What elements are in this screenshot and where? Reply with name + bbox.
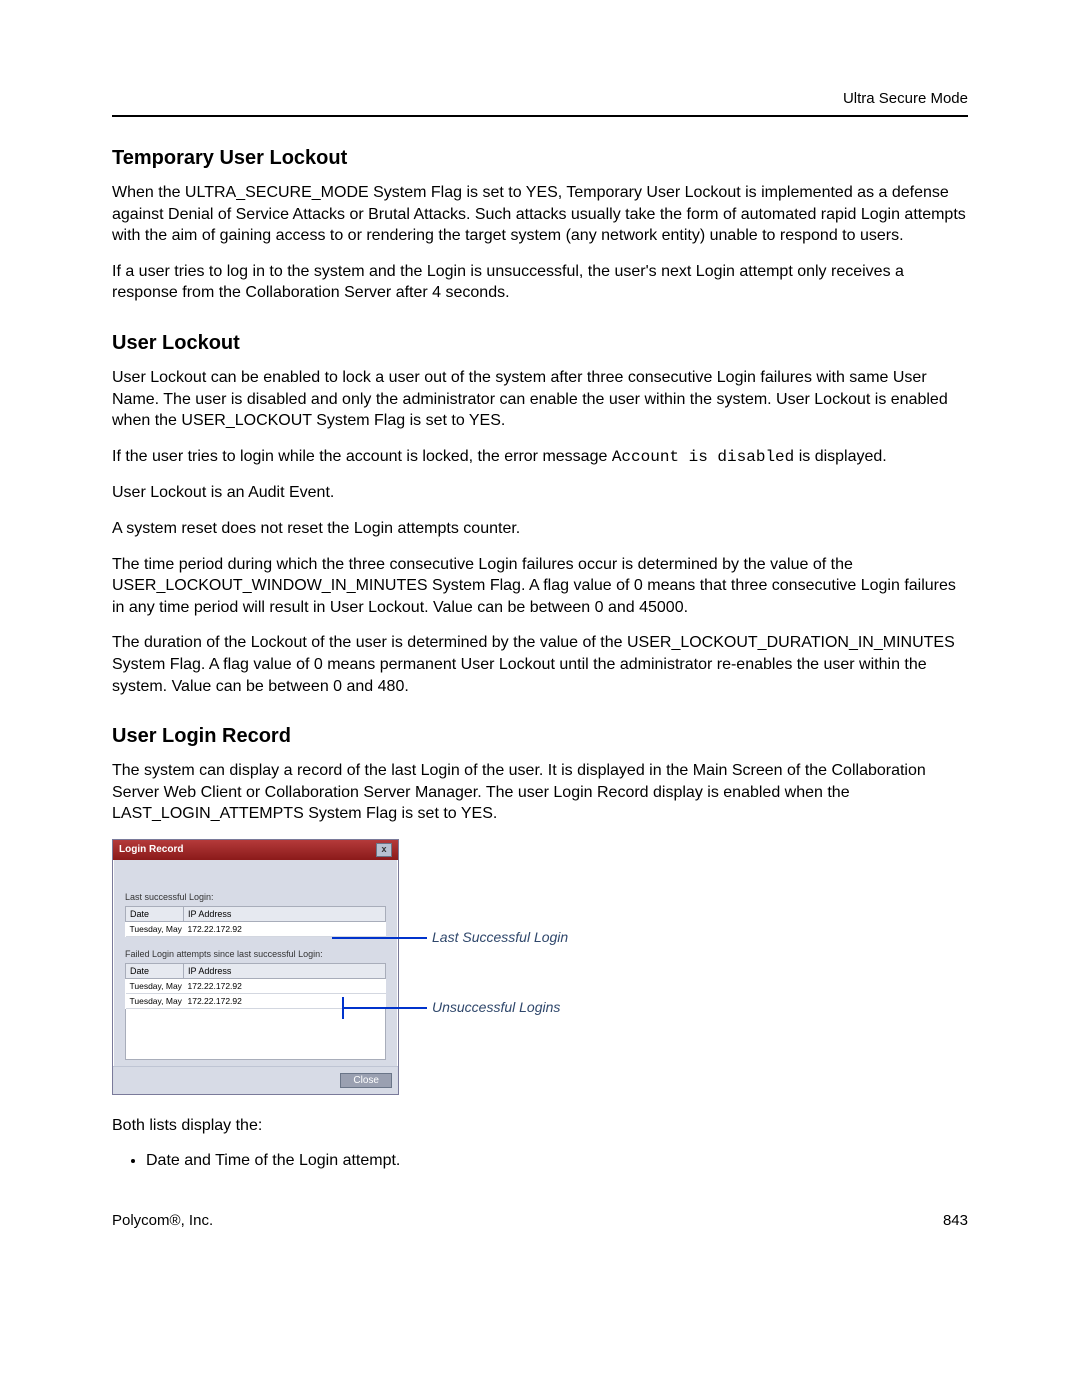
para-text: If the user tries to login while the acc… — [112, 448, 612, 465]
table-row: Tuesday, May 1 172.22.172.92 — [126, 978, 386, 993]
para-text: is displayed. — [794, 448, 887, 465]
para: User Lockout is an Audit Event. — [112, 482, 968, 504]
dialog-titlebar: Login Record x — [113, 840, 398, 860]
cell-date: Tuesday, May 1 — [126, 978, 184, 993]
para: User Lockout can be enabled to lock a us… — [112, 367, 968, 432]
cell-date: Tuesday, May 1 — [126, 993, 184, 1008]
col-ip-header: IP Address — [184, 906, 386, 921]
callout-leader — [332, 937, 427, 939]
footer-text: Polycom — [112, 1212, 170, 1229]
list-item: Date and Time of the Login attempt. — [146, 1150, 968, 1172]
callout-last-login: Last Successful Login — [432, 929, 568, 945]
footer-text: , Inc. — [181, 1212, 214, 1229]
para: Both lists display the: — [112, 1115, 968, 1137]
cell-ip: 172.22.172.92 — [184, 978, 386, 993]
cell-ip: 172.22.172.92 — [184, 921, 386, 936]
last-login-label: Last successful Login: — [125, 892, 386, 902]
col-date-header: Date — [126, 906, 184, 921]
registered-icon: ® — [170, 1212, 181, 1229]
para: The time period during which the three c… — [112, 554, 968, 619]
table-row: Tuesday, May 1 172.22.172.92 — [126, 921, 386, 936]
failed-login-label: Failed Login attempts since last success… — [125, 949, 386, 959]
para: When the ULTRA_SECURE_MODE System Flag i… — [112, 182, 968, 247]
header-rule — [112, 115, 968, 117]
h-temporary-user-lockout: Temporary User Lockout — [112, 147, 968, 170]
table-empty-area — [125, 1009, 386, 1060]
page-number: 843 — [943, 1212, 968, 1229]
footer-company: Polycom®, Inc. — [112, 1212, 213, 1229]
callout-unsuccessful-logins: Unsuccessful Logins — [432, 999, 560, 1015]
close-icon[interactable]: x — [376, 843, 392, 857]
h-user-login-record: User Login Record — [112, 725, 968, 748]
para: If a user tries to log in to the system … — [112, 261, 968, 304]
cell-date: Tuesday, May 1 — [126, 921, 184, 936]
page-footer: Polycom®, Inc. 843 — [112, 1212, 968, 1229]
header-mode: Ultra Secure Mode — [112, 90, 968, 107]
failed-login-table: Date IP Address Tuesday, May 1 172.22.17… — [125, 963, 386, 1009]
login-record-dialog: Login Record x Last successful Login: Da… — [112, 839, 399, 1095]
para: The duration of the Lockout of the user … — [112, 632, 968, 697]
code-account-disabled: Account is disabled — [612, 448, 794, 466]
close-button[interactable]: Close — [340, 1073, 392, 1088]
last-login-table: Date IP Address Tuesday, May 1 172.22.17… — [125, 906, 386, 937]
col-date-header: Date — [126, 963, 184, 978]
dialog-title: Login Record — [119, 844, 183, 855]
callout-leader — [342, 1007, 427, 1009]
login-record-figure: Login Record x Last successful Login: Da… — [112, 839, 572, 1095]
col-ip-header: IP Address — [184, 963, 386, 978]
para: If the user tries to login while the acc… — [112, 446, 968, 469]
para: The system can display a record of the l… — [112, 760, 968, 825]
para: A system reset does not reset the Login … — [112, 518, 968, 540]
h-user-lockout: User Lockout — [112, 332, 968, 355]
